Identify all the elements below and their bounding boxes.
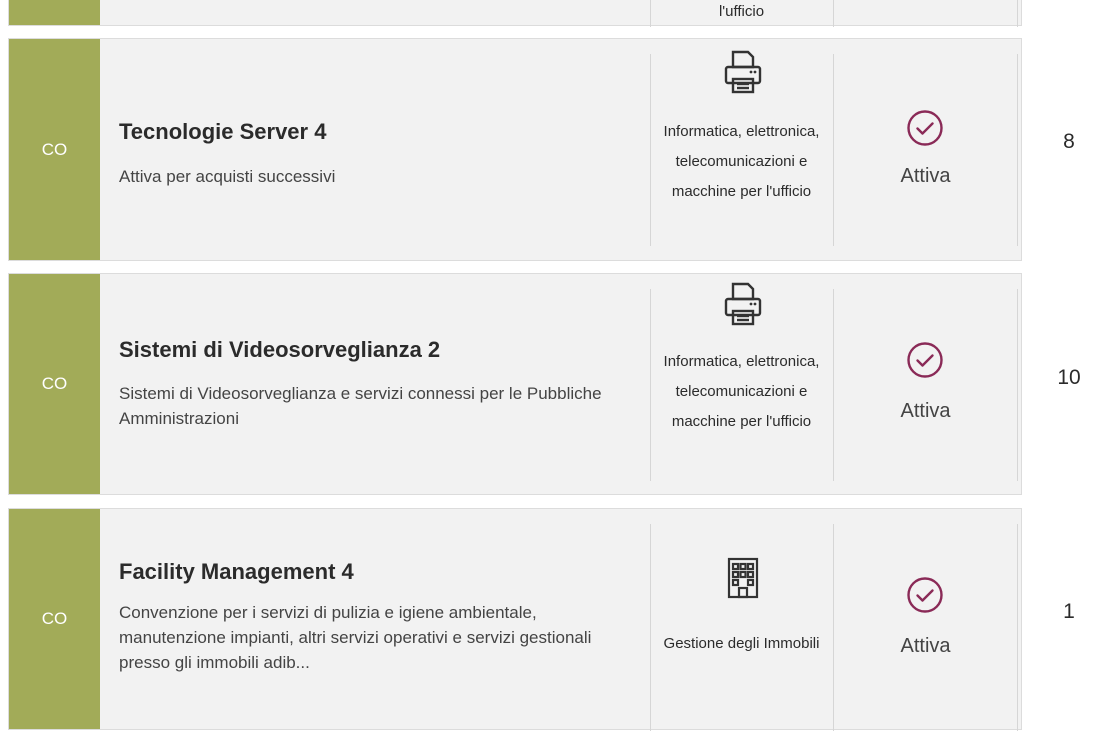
divider: [833, 524, 834, 731]
item-main: Sistemi di Videosorveglianza 2 Sistemi d…: [119, 274, 644, 494]
status-label: Attiva: [900, 165, 951, 187]
divider: [833, 54, 834, 246]
type-tag: CO: [9, 274, 100, 494]
divider: [650, 289, 651, 481]
list-item[interactable]: CO Sistemi di Videosorveglianza 2 Sistem…: [8, 273, 1081, 495]
building-icon: [723, 555, 763, 601]
item-title[interactable]: Facility Management 4: [119, 559, 639, 585]
divider: [1017, 524, 1018, 731]
divider: [650, 524, 651, 731]
category-label: Gestione degli Immobili: [663, 635, 820, 652]
status-label: Attiva: [900, 400, 951, 422]
item-count: 8: [1063, 130, 1075, 153]
item-description: Sistemi di Videosorveglianza e servizi c…: [119, 384, 602, 428]
item-count: 1: [1063, 600, 1075, 623]
divider: [1017, 0, 1018, 27]
list-item[interactable]: l'ufficio: [8, 0, 1022, 27]
printer-icon: [723, 49, 763, 95]
divider: [1017, 289, 1018, 481]
check-circle-icon: [906, 576, 944, 614]
item-count: 10: [1057, 366, 1081, 389]
status-label: Attiva: [900, 635, 951, 657]
divider: [833, 289, 834, 481]
category-label: l'ufficio: [718, 3, 765, 20]
check-circle-icon: [906, 109, 944, 147]
item-title[interactable]: Sistemi di Videosorveglianza 2: [119, 337, 639, 363]
category-label: Informatica, elettronica, telecomunicazi…: [663, 123, 820, 200]
type-tag: CO: [9, 39, 100, 260]
list-item[interactable]: CO Facility Management 4 Convenzione per…: [8, 508, 1075, 731]
list-item[interactable]: CO Tecnologie Server 4 Attiva per acquis…: [8, 38, 1075, 261]
item-description: Convenzione per i servizi di pulizia e i…: [119, 603, 592, 672]
divider: [650, 0, 651, 27]
item-main: Facility Management 4 Convenzione per i …: [119, 509, 644, 729]
check-circle-icon: [906, 341, 944, 379]
divider: [650, 54, 651, 246]
divider: [833, 0, 834, 27]
printer-icon: [723, 281, 763, 327]
category-label: Informatica, elettronica, telecomunicazi…: [663, 353, 820, 430]
item-description: Attiva per acquisti successivi: [119, 167, 336, 186]
item-main: Tecnologie Server 4 Attiva per acquisti …: [119, 39, 644, 260]
type-tag: [9, 0, 100, 25]
type-tag: CO: [9, 509, 100, 729]
item-title[interactable]: Tecnologie Server 4: [119, 119, 639, 145]
divider: [1017, 54, 1018, 246]
